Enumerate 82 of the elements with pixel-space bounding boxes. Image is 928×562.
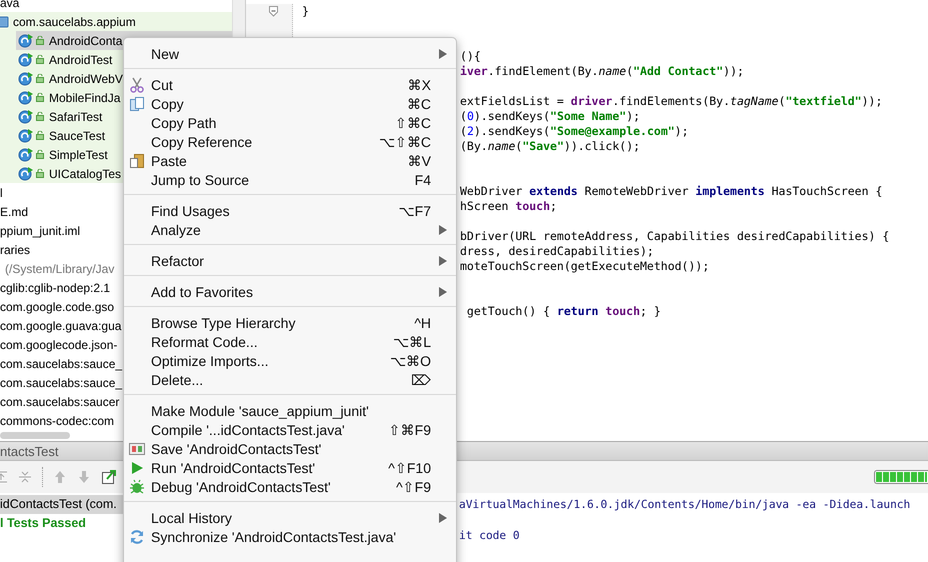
tree-item[interactable]: com.google.guava:gua	[0, 318, 122, 332]
code-line: (By.name("Save")).click();	[460, 139, 640, 153]
up-arrow-icon[interactable]	[53, 470, 67, 484]
menu-item[interactable]: Local History	[124, 508, 456, 527]
menu-item[interactable]: Browse Type Hierarchy ^H	[124, 313, 456, 332]
menu-item[interactable]: Find Usages ⌥F7	[124, 201, 456, 220]
fold-icon[interactable]	[269, 6, 278, 17]
tool-window-title: ntactsTest	[0, 444, 59, 458]
submenu-arrow-icon	[439, 256, 447, 266]
test-result-row[interactable]: idContactsTest (com.	[0, 495, 123, 514]
console-line: aVirtualMachines/1.6.0.jdk/Contents/Home/bin/java -ea -Didea.launch	[459, 497, 912, 512]
test-class-icon	[18, 33, 34, 48]
tree-item[interactable]: l	[0, 186, 3, 200]
test-class-icon	[18, 128, 34, 143]
menu-item[interactable]: Synchronize 'AndroidContactsTest.java'	[124, 527, 456, 546]
down-arrow-icon[interactable]	[77, 470, 91, 484]
code-line: (){	[460, 49, 481, 63]
scrollbar[interactable]	[0, 432, 70, 439]
test-class-icon	[18, 71, 34, 86]
lock-icon	[36, 131, 44, 140]
menu-item[interactable]: Delete... ⌦	[124, 370, 456, 389]
menu-item[interactable]: Refactor	[124, 251, 456, 270]
menu-item[interactable]: Optimize Imports... ⌥⌘O	[124, 351, 456, 370]
code-line: getTouch() { return touch; }	[466, 304, 661, 318]
test-class-icon	[18, 166, 34, 181]
menu-item[interactable]: Debug 'AndroidContactsTest' ^⇧F9	[124, 477, 456, 496]
submenu-arrow-icon	[439, 286, 447, 296]
code-line: extFieldsList = driver.findElements(By.tagName("textfield"));	[460, 94, 882, 108]
submenu-arrow-icon	[439, 224, 447, 234]
lock-icon	[36, 74, 44, 83]
export-icon[interactable]	[101, 469, 117, 485]
console-line: it code 0	[459, 528, 521, 543]
code-line: dress, desiredCapabilities);	[460, 244, 654, 258]
menu-item[interactable]: Save 'AndroidContactsTest'	[124, 439, 456, 458]
code-line: }	[302, 4, 309, 18]
tree-item[interactable]: com.saucelabs:sauce_	[0, 356, 122, 370]
menu-item[interactable]: Run 'AndroidContactsTest' ^⇧F10	[124, 458, 456, 477]
code-line: (0).sendKeys("Some Name");	[460, 109, 640, 123]
sync-icon	[129, 528, 145, 544]
tree-item[interactable]: raries	[0, 242, 30, 256]
paste-icon	[129, 152, 145, 168]
collapse-icon[interactable]	[18, 470, 32, 484]
copy-icon	[129, 96, 145, 112]
lock-icon	[36, 55, 44, 64]
test-class-icon	[18, 90, 34, 105]
lock-icon	[36, 93, 44, 102]
submenu-arrow-icon	[439, 512, 447, 522]
tree-item[interactable]: ava	[0, 0, 20, 10]
lock-icon	[36, 169, 44, 178]
package-row[interactable]: com.saucelabs.appium	[0, 12, 232, 31]
tree-item[interactable]: com.googlecode.json-	[0, 338, 118, 352]
lock-icon	[36, 36, 44, 45]
code-line: hScreen touch;	[460, 199, 557, 213]
test-status: l Tests Passed	[0, 515, 87, 532]
tree-note: (/System/Library/Jav	[4, 262, 114, 276]
menu-item[interactable]: Make Module 'sauce_appium_junit'	[124, 401, 456, 420]
bug-icon	[129, 478, 145, 494]
menu-item[interactable]: Compile '...idContactsTest.java' ⇧⌘F9	[124, 420, 456, 439]
tree-item[interactable]: E.md	[0, 204, 28, 218]
code-line: (2).sendKeys("Some@example.com");	[460, 124, 689, 138]
tree-item[interactable]: com.saucelabs:sauce_	[0, 376, 122, 390]
code-line: moteTouchScreen(getExecuteMethod());	[460, 259, 710, 273]
menu-item[interactable]: Analyze	[124, 220, 456, 239]
tree-item[interactable]: com.google.code.gso	[0, 300, 114, 314]
tree-item[interactable]: commons-codec:com	[0, 414, 114, 428]
folder-icon	[0, 16, 9, 28]
menu-item[interactable]: Add to Favorites	[124, 282, 456, 301]
submenu-arrow-icon	[439, 48, 447, 58]
menu-item[interactable]: Reformat Code... ⌥⌘L	[124, 332, 456, 351]
tree-item[interactable]: com.saucelabs:saucer	[0, 394, 120, 408]
lock-icon	[36, 150, 44, 159]
test-class-icon	[18, 52, 34, 67]
test-class-icon	[18, 109, 34, 124]
code-line: WebDriver extends RemoteWebDriver implements HasTouchScreen {	[460, 184, 882, 198]
code-line: bDriver(URL remoteAddress, Capabilities desiredCapabilities) {	[460, 229, 890, 243]
tree-item[interactable]: ppium_junit.iml	[0, 224, 80, 238]
lock-icon	[36, 112, 44, 121]
code-line: iver.findElement(By.name("Add Contact"));	[460, 64, 744, 78]
scissors-icon	[129, 76, 145, 92]
save-icon	[129, 442, 145, 454]
tree-item[interactable]: cglib:cglib-nodep:2.1	[0, 280, 110, 294]
test-class-icon	[18, 147, 34, 162]
